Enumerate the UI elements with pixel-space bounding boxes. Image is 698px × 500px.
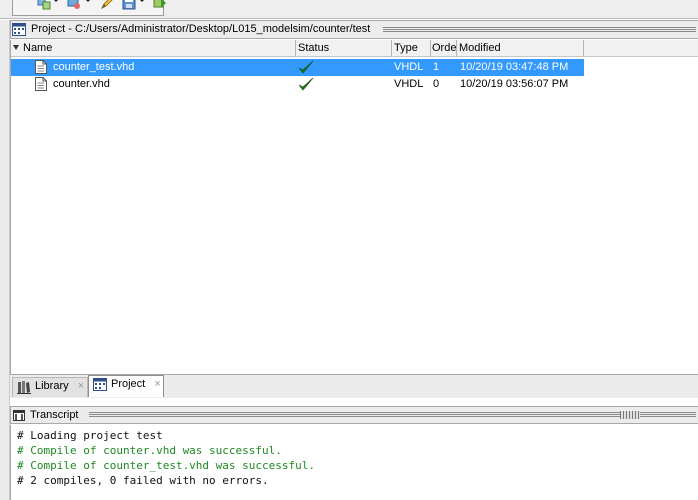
file-row[interactable]: counter_test.vhd VHDL 1 10/20/19 03:47:4… bbox=[11, 59, 584, 76]
vhdl-file-icon bbox=[35, 60, 47, 74]
compiled-checkmark-icon bbox=[298, 60, 314, 75]
transcript-line: # Loading project test bbox=[17, 429, 163, 442]
titlebar-grip[interactable] bbox=[383, 27, 696, 33]
library-icon bbox=[17, 380, 31, 394]
column-label-order: Order bbox=[432, 42, 457, 54]
toolbar-group bbox=[12, 0, 167, 16]
project-tab-icon bbox=[93, 378, 107, 392]
transcript-console[interactable]: # Loading project test # Compile of coun… bbox=[10, 425, 698, 500]
panel-tab-bar: Library × Project × bbox=[10, 374, 698, 398]
tab-library-label: Library bbox=[35, 380, 69, 392]
dock-handle-icon[interactable] bbox=[620, 411, 640, 419]
close-project-tab-icon[interactable]: × bbox=[154, 378, 160, 390]
edit-icon[interactable] bbox=[100, 0, 114, 10]
run-icon[interactable] bbox=[153, 0, 167, 10]
column-label-modified: Modified bbox=[459, 42, 501, 54]
compile-icon[interactable] bbox=[37, 0, 51, 10]
column-label-status: Status bbox=[298, 42, 330, 54]
project-title: Project - C:/Users/Administrator/Desktop… bbox=[31, 23, 371, 35]
column-label-type: Type bbox=[394, 42, 418, 54]
main-toolbar bbox=[0, 0, 698, 19]
column-header-status[interactable]: Status bbox=[296, 40, 392, 57]
transcript-line: # Compile of counter_test.vhd was succes… bbox=[17, 459, 316, 472]
file-order: 0 bbox=[433, 78, 440, 90]
column-header-name[interactable]: Name bbox=[11, 40, 296, 57]
file-modified: 10/20/19 03:47:48 PM bbox=[460, 61, 569, 73]
file-modified: 10/20/19 03:56:07 PM bbox=[460, 78, 569, 90]
project-window-icon bbox=[12, 23, 26, 36]
transcript-titlebar[interactable]: Transcript bbox=[10, 406, 698, 424]
left-dock-strip bbox=[0, 20, 10, 500]
file-name: counter_test.vhd bbox=[53, 61, 135, 73]
simulate-dropdown-icon[interactable] bbox=[85, 0, 91, 2]
transcript-icon bbox=[13, 409, 25, 421]
project-titlebar[interactable]: Project - C:/Users/Administrator/Desktop… bbox=[10, 20, 698, 39]
close-library-tab-icon[interactable]: × bbox=[78, 380, 84, 392]
file-type: VHDL bbox=[394, 78, 424, 90]
project-file-list: Name Status Type Order Modified counter_… bbox=[10, 40, 698, 374]
file-type: VHDL bbox=[394, 61, 424, 73]
sort-descending-icon bbox=[13, 45, 19, 50]
file-name: counter.vhd bbox=[53, 78, 110, 90]
column-header-order[interactable]: Order bbox=[431, 40, 457, 57]
compile-dropdown-icon[interactable] bbox=[53, 0, 59, 2]
file-row[interactable]: counter.vhd VHDL 0 10/20/19 03:56:07 PM bbox=[11, 76, 584, 93]
transcript-line: # Compile of counter.vhd was successful. bbox=[17, 444, 282, 457]
save-dropdown-icon[interactable] bbox=[139, 0, 145, 2]
column-header-type[interactable]: Type bbox=[392, 40, 431, 57]
vhdl-file-icon bbox=[35, 77, 47, 91]
tab-project-label: Project bbox=[111, 378, 146, 390]
transcript-title: Transcript bbox=[30, 409, 79, 421]
transcript-line: # 2 compiles, 0 failed with no errors. bbox=[17, 474, 269, 487]
tab-project[interactable]: Project × bbox=[88, 375, 164, 397]
simulate-icon[interactable] bbox=[67, 0, 81, 10]
file-order: 1 bbox=[433, 61, 440, 73]
column-header-modified[interactable]: Modified bbox=[457, 40, 584, 57]
column-label-name: Name bbox=[23, 42, 53, 54]
compiled-checkmark-icon bbox=[298, 77, 314, 92]
titlebar-grip[interactable] bbox=[89, 412, 696, 418]
column-header-row: Name Status Type Order Modified bbox=[11, 40, 698, 57]
tab-library[interactable]: Library × bbox=[12, 377, 88, 397]
save-icon[interactable] bbox=[122, 0, 136, 10]
